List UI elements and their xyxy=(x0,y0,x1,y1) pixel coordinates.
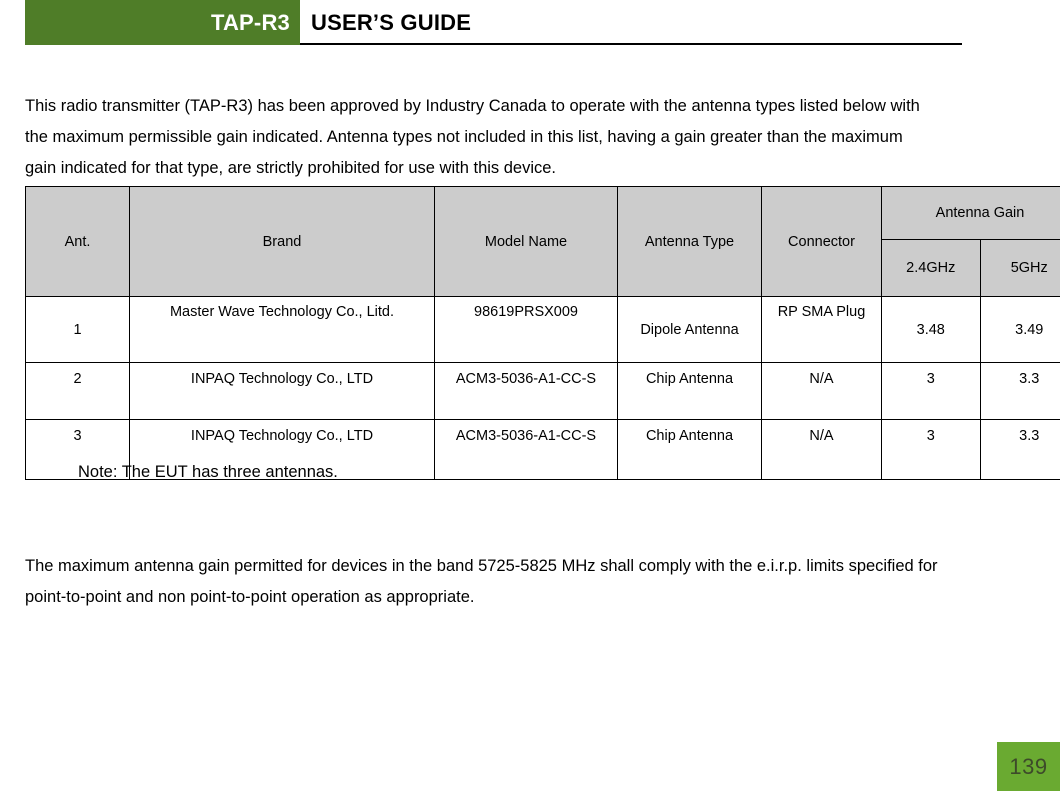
cell-connector: RP SMA Plug xyxy=(761,296,882,363)
column-header-model-name: Model Name xyxy=(434,186,618,297)
column-header-ant: Ant. xyxy=(25,186,130,297)
table-note: Note: The EUT has three antennas. xyxy=(78,463,338,481)
cell-gain-24ghz: 3 xyxy=(881,419,981,480)
table-header: Ant. Brand Model Name Antenna Type Conne… xyxy=(25,186,1060,297)
cell-antenna-type: Dipole Antenna xyxy=(617,296,762,363)
cell-gain-5ghz: 3.3 xyxy=(979,419,1060,480)
cell-brand: Master Wave Technology Co., Litd. xyxy=(129,296,435,363)
table-body: 1 Master Wave Technology Co., Litd. 9861… xyxy=(25,296,1060,480)
column-header-connector: Connector xyxy=(761,186,882,297)
table-header-row-primary: Ant. Brand Model Name Antenna Type Conne… xyxy=(25,186,1060,297)
cell-gain-24ghz: 3.48 xyxy=(881,296,981,363)
column-header-antenna-type: Antenna Type xyxy=(617,186,762,297)
cell-model-name: 98619PRSX009 xyxy=(434,296,618,363)
column-header-brand: Brand xyxy=(129,186,435,297)
cell-gain-24ghz: 3 xyxy=(881,362,981,420)
cell-ant: 2 xyxy=(25,362,130,420)
cell-antenna-type: Chip Antenna xyxy=(617,419,762,480)
column-header-gain-5ghz: 5GHz xyxy=(979,239,1060,297)
page-footer: 139 xyxy=(997,742,1060,791)
column-header-antenna-gain: Antenna Gain xyxy=(881,186,1060,240)
cell-gain-5ghz: 3.49 xyxy=(979,296,1060,363)
column-header-gain-24ghz: 2.4GHz xyxy=(881,239,981,297)
cell-connector: N/A xyxy=(761,419,882,480)
closing-paragraph: The maximum antenna gain permitted for d… xyxy=(25,556,938,606)
table-row: 1 Master Wave Technology Co., Litd. 9861… xyxy=(25,296,1060,363)
cell-antenna-type: Chip Antenna xyxy=(617,362,762,420)
cell-ant: 1 xyxy=(25,296,130,363)
page-number: 139 xyxy=(1009,753,1048,779)
cell-model-name: ACM3-5036-A1-CC-S xyxy=(434,362,618,420)
cell-gain-5ghz: 3.3 xyxy=(979,362,1060,420)
cell-brand: INPAQ Technology Co., LTD xyxy=(129,362,435,420)
intro-paragraph: This radio transmitter (TAP-R3) has been… xyxy=(25,96,920,177)
page-header: TAP-R3 USER’S GUIDE xyxy=(0,0,1060,52)
guide-title: USER’S GUIDE xyxy=(311,9,472,35)
product-name: TAP-R3 xyxy=(210,9,290,35)
cell-connector: N/A xyxy=(761,362,882,420)
cell-model-name: ACM3-5036-A1-CC-S xyxy=(434,419,618,480)
header-divider-rule xyxy=(300,43,962,45)
antenna-specification-table: Ant. Brand Model Name Antenna Type Conne… xyxy=(25,186,1060,480)
table-row: 2 INPAQ Technology Co., LTD ACM3-5036-A1… xyxy=(25,362,1060,420)
